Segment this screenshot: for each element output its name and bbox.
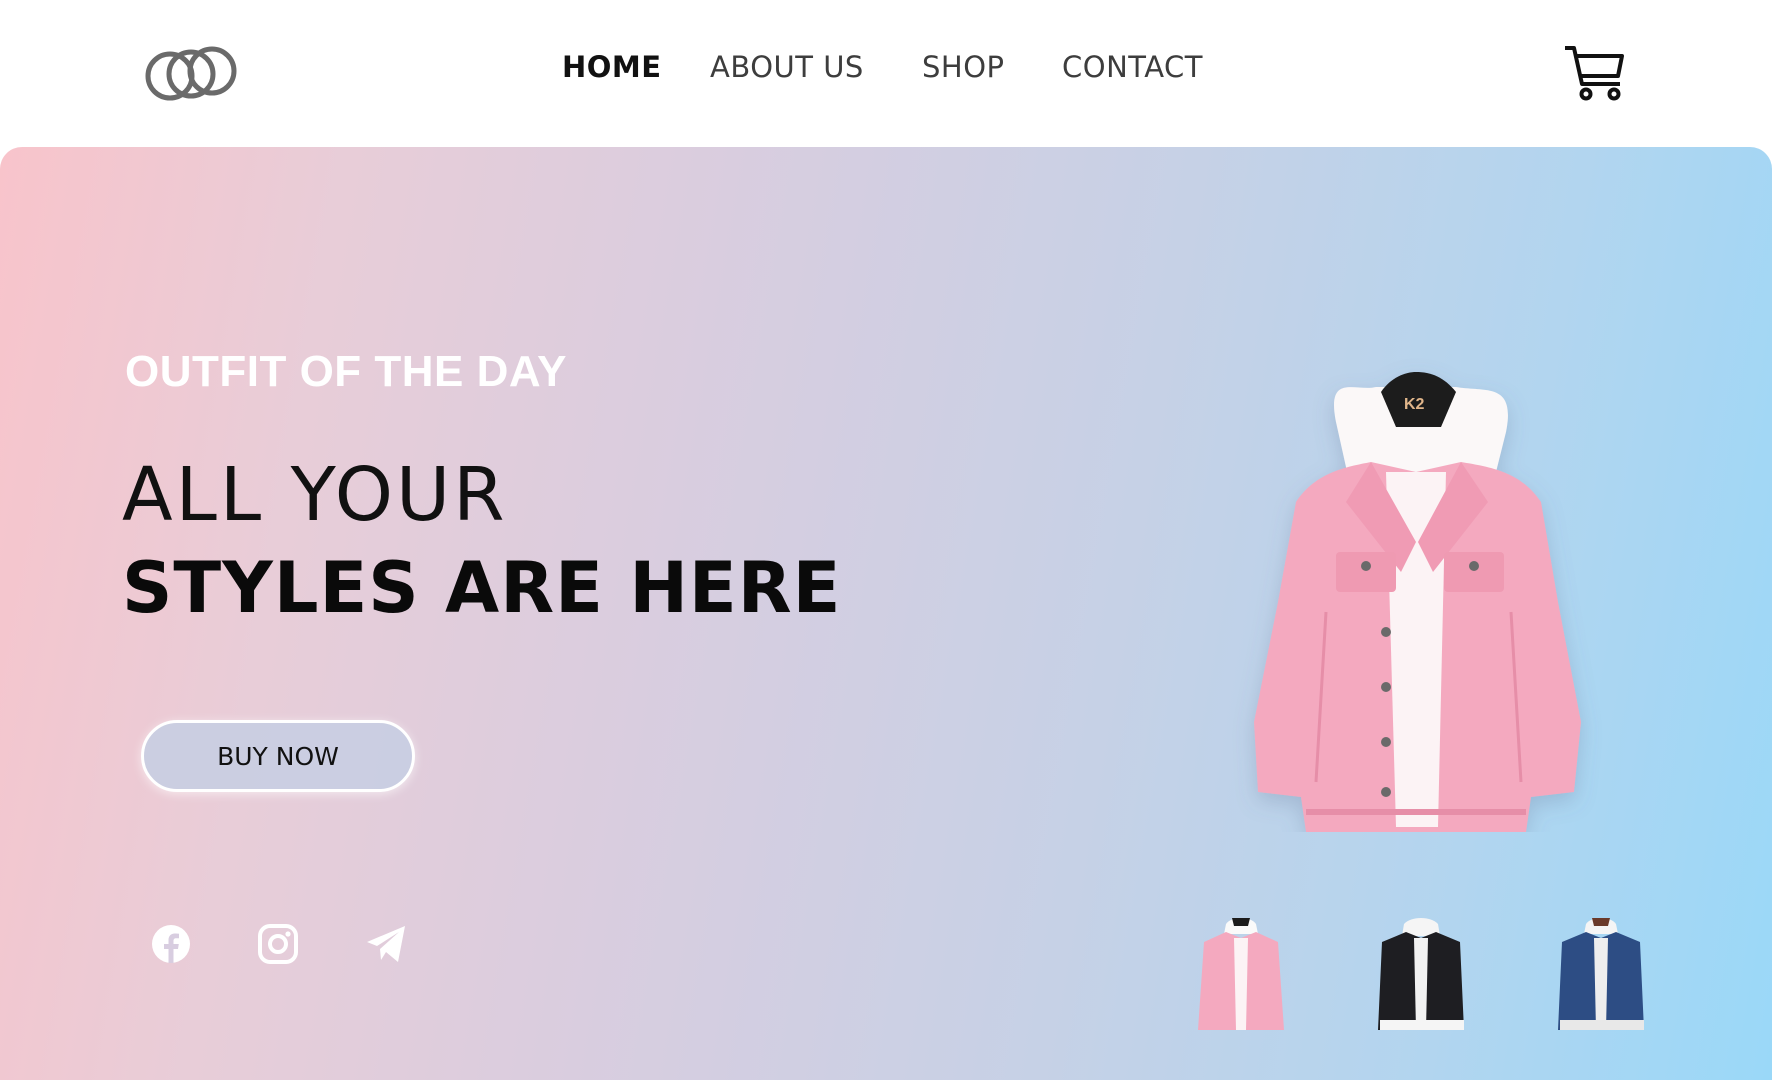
thumbnail-black-jacket[interactable] <box>1366 912 1476 1042</box>
hero-banner: OUTFIT OF THE DAY ALL YOUR STYLES ARE HE… <box>0 147 1772 1080</box>
thumbnail-blue-jacket[interactable] <box>1546 912 1656 1042</box>
site-header: HOME ABOUT US SHOP CONTACT <box>0 0 1772 148</box>
hero-kicker: OUTFIT OF THE DAY <box>125 347 567 396</box>
interlocking-circles-logo-icon[interactable] <box>144 44 239 102</box>
nav-about-us[interactable]: ABOUT US <box>710 50 864 84</box>
shopping-cart-icon[interactable] <box>1562 44 1626 102</box>
featured-jacket-image: K2 <box>1186 272 1646 832</box>
facebook-icon[interactable] <box>149 922 193 966</box>
thumbnail-pink-jacket[interactable] <box>1186 912 1296 1042</box>
nav-contact[interactable]: CONTACT <box>1062 50 1203 84</box>
hanger-label: K2 <box>1404 396 1425 413</box>
buy-now-button[interactable]: BUY NOW <box>141 720 415 792</box>
nav-home[interactable]: HOME <box>562 50 662 84</box>
telegram-icon[interactable] <box>364 922 408 966</box>
instagram-icon[interactable] <box>256 922 300 966</box>
nav-shop[interactable]: SHOP <box>922 50 1005 84</box>
hero-headline-line1: ALL YOUR <box>122 452 508 538</box>
hero-headline-line2: STYLES ARE HERE <box>122 547 842 629</box>
